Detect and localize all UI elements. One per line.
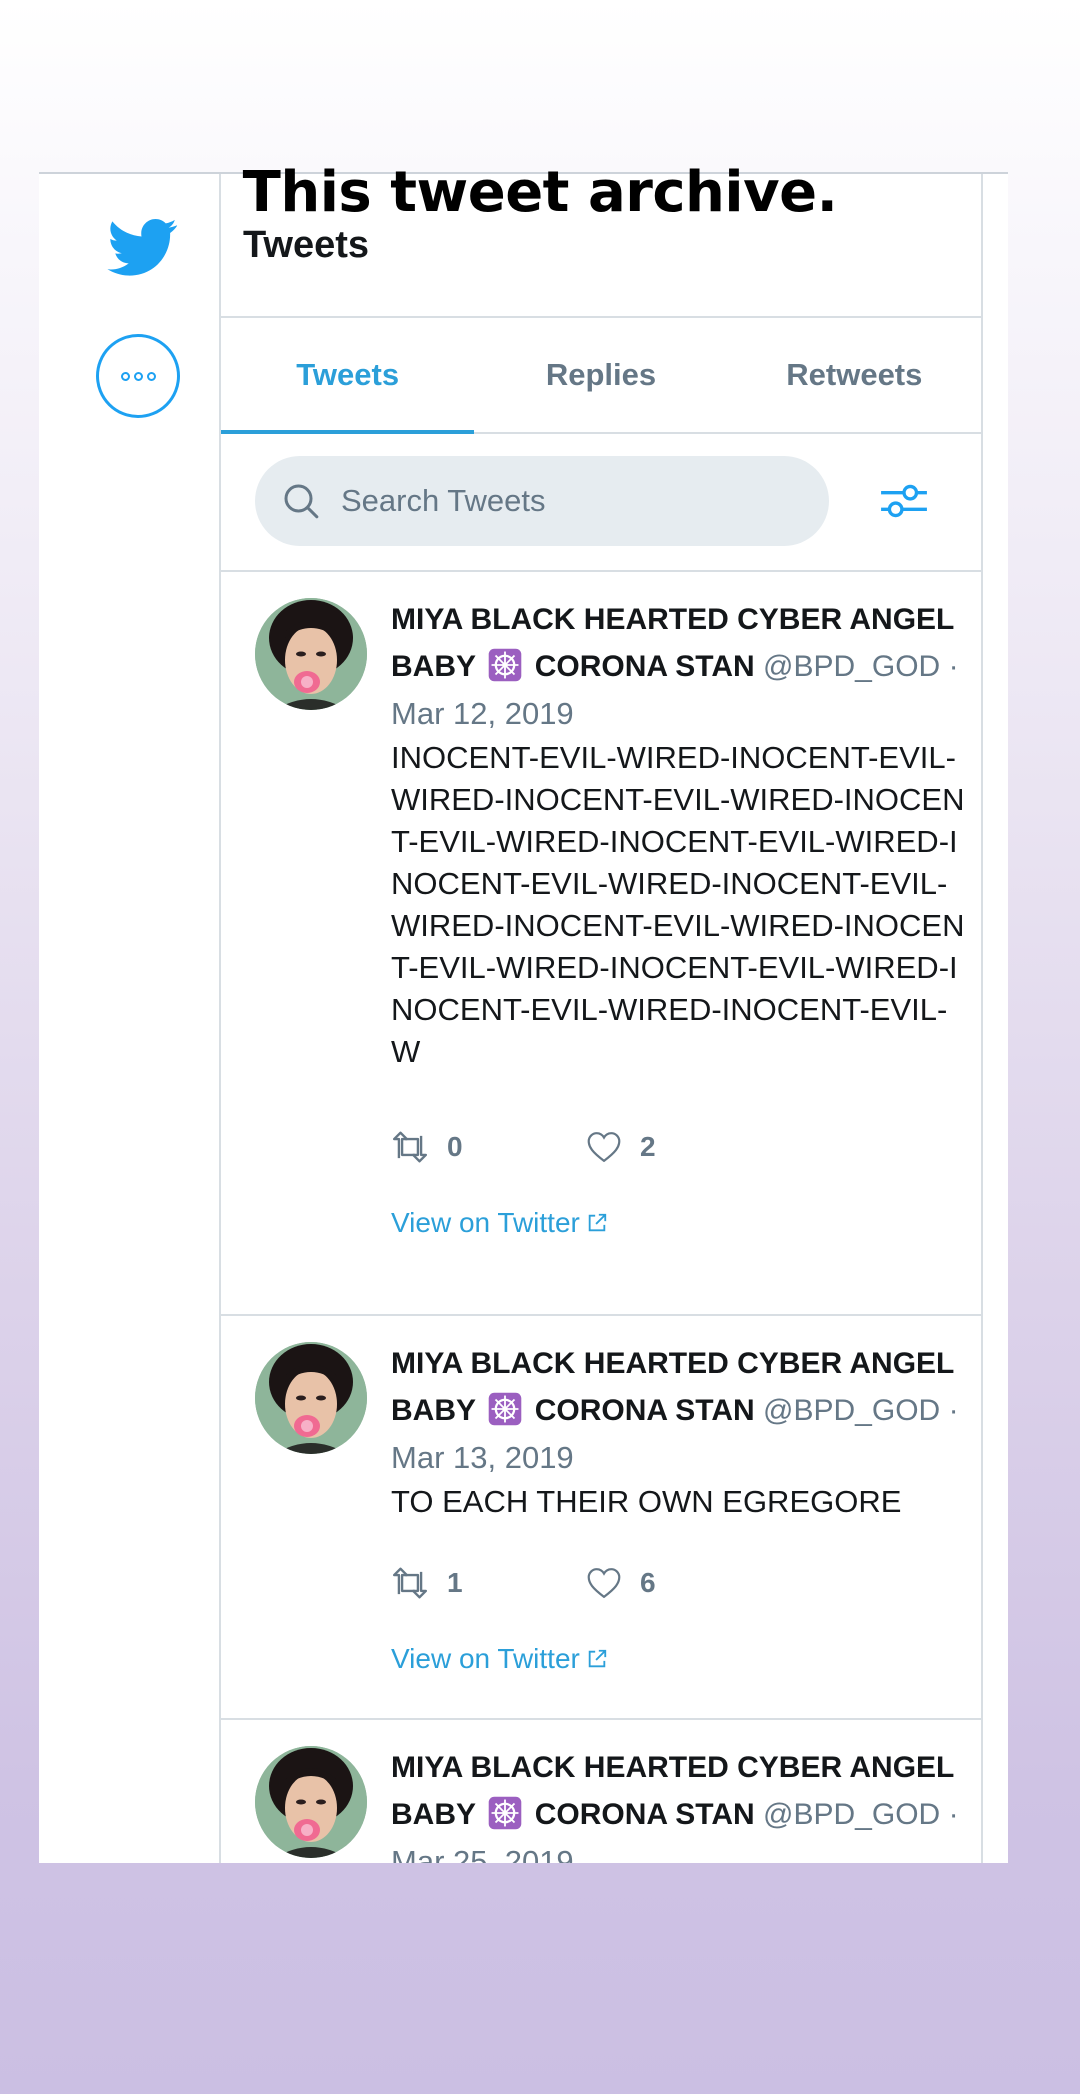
dharma-wheel-icon <box>489 1796 522 1830</box>
story-caption: This tweet archive. <box>242 160 838 225</box>
avatar-photo <box>255 598 367 710</box>
tweet-item[interactable]: MIYA BLACK HEARTED CYBER ANGEL BABY CORO… <box>221 1720 981 1863</box>
separator-dot: · <box>948 650 959 683</box>
display-name[interactable]: MIYA BLACK HEARTED CYBER ANGEL <box>391 1751 954 1784</box>
tweet-actions: 1 6 <box>391 1563 971 1603</box>
tweet-date[interactable]: Mar 13, 2019 <box>391 1434 971 1481</box>
retweet-button[interactable]: 0 <box>391 1131 586 1163</box>
view-on-twitter-link[interactable]: View on Twitter <box>391 1207 971 1239</box>
more-options-icon <box>120 371 130 381</box>
heart-icon <box>587 1132 621 1163</box>
user-handle[interactable]: @BPD_GOD <box>763 1798 940 1831</box>
more-options-button[interactable] <box>96 334 180 418</box>
view-on-twitter-link[interactable]: View on Twitter <box>391 1643 971 1675</box>
dharma-wheel-icon <box>489 648 522 682</box>
search-box[interactable] <box>255 456 829 546</box>
display-name[interactable]: MIYA BLACK HEARTED CYBER ANGEL <box>391 1347 954 1380</box>
tweet-actions: 0 2 <box>391 1127 971 1167</box>
tweet-text: TO EACH THEIR OWN EGREGORE <box>391 1484 902 1519</box>
external-link-icon <box>588 1649 607 1668</box>
like-button[interactable]: 2 <box>586 1131 781 1163</box>
tweet-body: MIYA BLACK HEARTED CYBER ANGEL BABY CORO… <box>391 1744 971 1863</box>
retweet-icon <box>392 1567 428 1599</box>
retweet-count: 1 <box>447 1567 463 1598</box>
page-title: Tweets <box>243 224 370 266</box>
display-name[interactable]: MIYA BLACK HEARTED CYBER ANGEL <box>391 603 954 636</box>
separator-dot: · <box>948 1798 959 1831</box>
tweet-body: MIYA BLACK HEARTED CYBER ANGEL BABY CORO… <box>391 596 971 1239</box>
tab-bar: Tweets Replies Retweets <box>221 318 981 434</box>
avatar[interactable] <box>255 1342 367 1454</box>
user-handle[interactable]: @BPD_GOD <box>763 650 940 683</box>
retweet-button[interactable]: 1 <box>391 1567 586 1599</box>
tweet-header: MIYA BLACK HEARTED CYBER ANGEL BABY CORO… <box>391 1751 959 1831</box>
search-icon <box>284 484 319 519</box>
like-count: 6 <box>640 1567 656 1598</box>
tweet-item[interactable]: MIYA BLACK HEARTED CYBER ANGEL BABY CORO… <box>221 1316 981 1720</box>
tweet-body: MIYA BLACK HEARTED CYBER ANGEL BABY CORO… <box>391 1340 971 1675</box>
like-count: 2 <box>640 1131 656 1162</box>
dharma-wheel-icon <box>489 1392 522 1426</box>
tweet-text: INOCENT-EVIL-WIRED-INOCENT-EVIL-WIRED-IN… <box>391 740 965 1069</box>
tab-replies[interactable]: Replies <box>474 318 727 432</box>
avatar[interactable] <box>255 1746 367 1858</box>
left-nav-rail <box>39 174 221 1863</box>
like-button[interactable]: 6 <box>586 1567 781 1599</box>
twitter-archive-screenshot: Tweets Tweets Replies Retweets Search Tw… <box>39 172 1008 1863</box>
main-column: Tweets Tweets Replies Retweets Search Tw… <box>221 174 983 1863</box>
retweet-count: 0 <box>447 1131 463 1162</box>
tab-retweets[interactable]: Retweets <box>728 318 981 432</box>
retweet-icon <box>392 1131 428 1163</box>
tweet-date[interactable]: Mar 25, 2019 <box>391 1838 971 1863</box>
tweet-header: MIYA BLACK HEARTED CYBER ANGEL BABY CORO… <box>391 1347 959 1427</box>
tweet-item[interactable]: MIYA BLACK HEARTED CYBER ANGEL BABY CORO… <box>221 572 981 1316</box>
tweet-header: MIYA BLACK HEARTED CYBER ANGEL BABY CORO… <box>391 603 959 683</box>
search-row <box>221 434 981 572</box>
tab-tweets[interactable]: Tweets <box>221 318 475 434</box>
tweet-date[interactable]: Mar 12, 2019 <box>391 690 971 737</box>
avatar[interactable] <box>255 598 367 710</box>
filter-sliders-icon[interactable] <box>879 476 929 526</box>
avatar-photo <box>255 1746 367 1858</box>
separator-dot: · <box>948 1394 959 1427</box>
avatar-photo <box>255 1342 367 1454</box>
external-link-icon <box>588 1213 607 1232</box>
user-handle[interactable]: @BPD_GOD <box>763 1394 940 1427</box>
search-input[interactable] <box>339 482 783 520</box>
heart-icon <box>587 1568 621 1599</box>
